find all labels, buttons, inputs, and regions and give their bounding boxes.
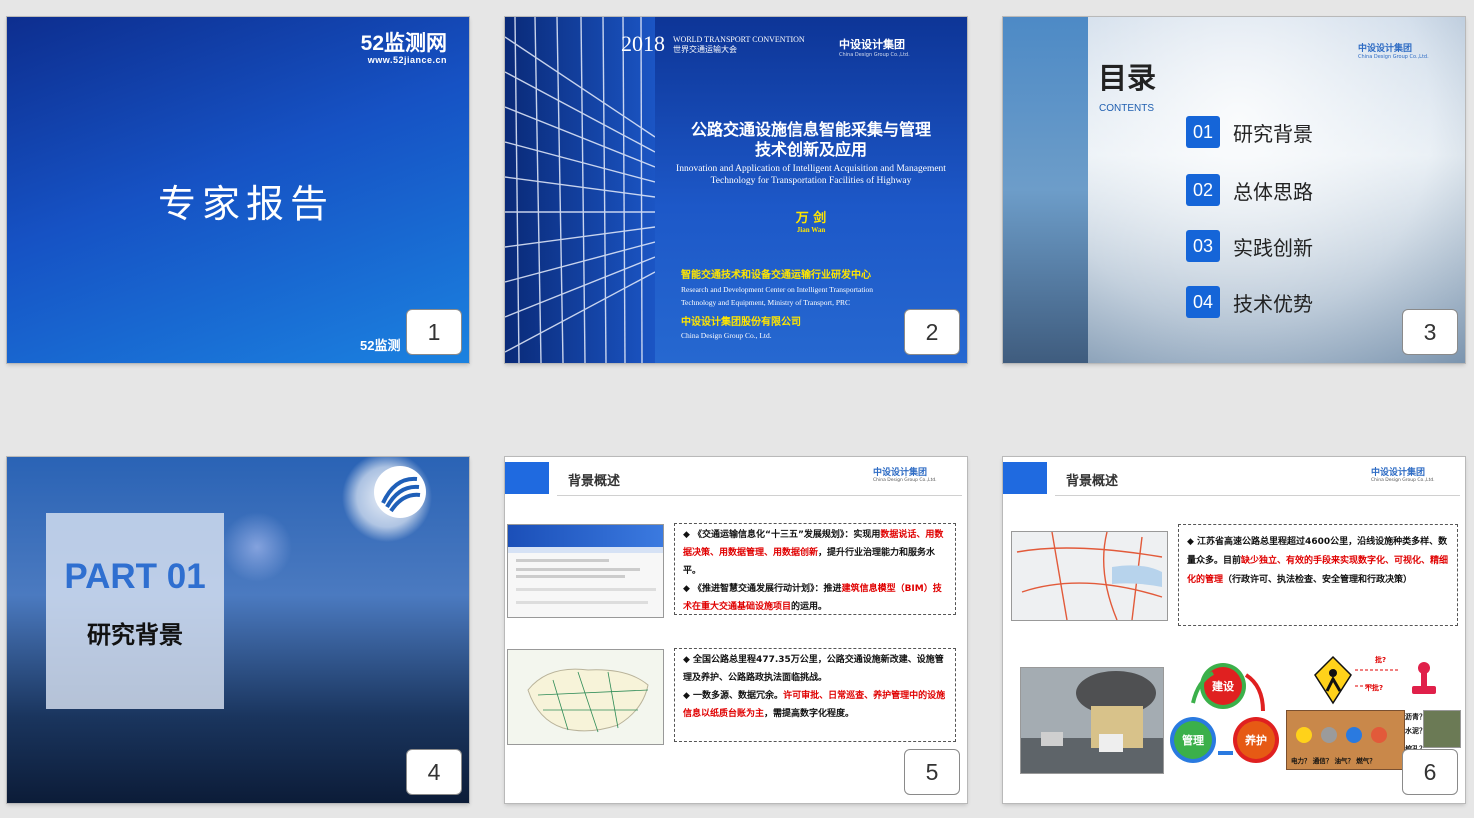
slide-thumbnail-4[interactable]: PART 01 研究背景 4 bbox=[7, 457, 469, 803]
china-highway-map-image bbox=[507, 649, 664, 745]
china-design-group-logo: 中设设计集团 China Design Group Co.,Ltd. bbox=[873, 468, 937, 483]
slide-title: 专家报告 bbox=[157, 182, 334, 226]
part-number: PART 01 bbox=[64, 557, 206, 596]
road-photo-thumb bbox=[1423, 710, 1461, 748]
slide-title-cn: 公路交通设施信息智能采集与管理 技术创新及应用 bbox=[690, 120, 931, 159]
slide-header: 背景概述 bbox=[1066, 474, 1119, 489]
jiangsu-road-map-image bbox=[1011, 531, 1168, 621]
gov-website-screenshot bbox=[507, 524, 664, 618]
toc-item: 02 总体思路 bbox=[1186, 174, 1313, 206]
org1-name-cn: 智能交通技术和设备交通运输行业研发中心 bbox=[681, 270, 871, 281]
china-design-group-emblem-icon bbox=[374, 466, 426, 518]
highway-accident-photo bbox=[1020, 667, 1164, 774]
building-facade-image bbox=[505, 17, 655, 363]
org2-name-cn: 中设设计集团股份有限公司 bbox=[681, 317, 801, 328]
slide-title-en: Innovation and Application of Intelligen… bbox=[676, 164, 946, 186]
slide-number: 5 bbox=[904, 749, 960, 795]
slide-thumbnail-2[interactable]: 2018 WORLD TRANSPORT CONVENTION 世界交通运输大会 中… bbox=[505, 17, 967, 363]
policy-text-box: ◆ 《交通运输信息化“十三五”发展规划》：实现用数据说话、用数据决策、用数据管理… bbox=[674, 523, 956, 615]
slide-header: 背景概述 bbox=[568, 474, 621, 489]
china-design-group-logo: 中设设计集团 China Design Group Co.,Ltd. bbox=[839, 38, 910, 58]
event-logo: 2018 WORLD TRANSPORT CONVENTION 世界交通运输大会 bbox=[621, 31, 805, 56]
slide-thumbnail-5[interactable]: 背景概述 中设设计集团 China Design Group Co.,Ltd. ◆… bbox=[505, 457, 967, 803]
china-design-group-logo: 中设设计集团 China Design Group Co.,Ltd. bbox=[1358, 44, 1429, 60]
toc-item: 01 研究背景 bbox=[1186, 116, 1313, 148]
org1-name-en: Research and Development Center on Intel… bbox=[681, 285, 874, 307]
toc-item: 03 实践创新 bbox=[1186, 230, 1313, 262]
slide-number: 4 bbox=[406, 749, 462, 795]
author: 万 剑 Jian Wan bbox=[795, 211, 827, 234]
toc-item: 04 技术优势 bbox=[1186, 286, 1313, 318]
watermark: 52监测 bbox=[360, 338, 401, 353]
slide-thumbnail-6[interactable]: 背景概述 中设设计集团 China Design Group Co.,Ltd. ◆… bbox=[1003, 457, 1465, 803]
cycle-arrows-icon bbox=[1191, 671, 1265, 755]
part-title-box bbox=[46, 513, 224, 709]
approval-stamp-icon bbox=[1412, 662, 1436, 694]
header-divider bbox=[1055, 495, 1460, 496]
slide-number: 6 bbox=[1402, 749, 1458, 795]
slide-number: 2 bbox=[904, 309, 960, 355]
jiangsu-highway-text-box: ◆ 江苏省高速公路总里程超过4600公里，沿线设施种类多样、数量众多。目前缺少独… bbox=[1178, 524, 1458, 626]
toc-subtitle: CONTENTS bbox=[1099, 103, 1154, 114]
header-divider bbox=[557, 495, 962, 496]
slide-sorter: { "colors":{"accent_blue":"#1f6ae0","hig… bbox=[0, 0, 1474, 818]
org2-name-en: China Design Group Co., Ltd. bbox=[681, 331, 772, 340]
dashed-arrows-icon bbox=[1355, 669, 1399, 687]
toc-title: 目录 bbox=[1098, 61, 1157, 95]
pipes-label: 电力？ 通信？ 油气？ 燃气？ bbox=[1291, 757, 1376, 765]
52jiance-logo: 52监测网 www.52jiance.cn bbox=[360, 32, 447, 66]
slide-number: 3 bbox=[1402, 309, 1458, 355]
underground-pipes-diagram: 电力？ 通信？ 油气？ 燃气？ bbox=[1286, 710, 1405, 770]
header-accent-bar bbox=[1003, 462, 1047, 494]
slide-number: 1 bbox=[406, 309, 462, 355]
worker-sign-icon bbox=[1314, 655, 1352, 705]
highway-stats-text-box: ◆ 全国公路总里程477.35万公里，公路交通设施新改建、设施管理及养护、公路路… bbox=[674, 648, 956, 742]
part-name: 研究背景 bbox=[87, 621, 183, 649]
blue-side-strip bbox=[1003, 17, 1088, 363]
china-design-group-logo: 中设设计集团 China Design Group Co.,Ltd. bbox=[1371, 468, 1435, 483]
slide-thumbnail-1[interactable]: 52监测网 www.52jiance.cn 专家报告 52监测 1 bbox=[7, 17, 469, 363]
slide-thumbnail-3[interactable]: 目录 CONTENTS 中设设计集团 China Design Group Co.… bbox=[1003, 17, 1465, 363]
header-accent-bar bbox=[505, 462, 549, 494]
